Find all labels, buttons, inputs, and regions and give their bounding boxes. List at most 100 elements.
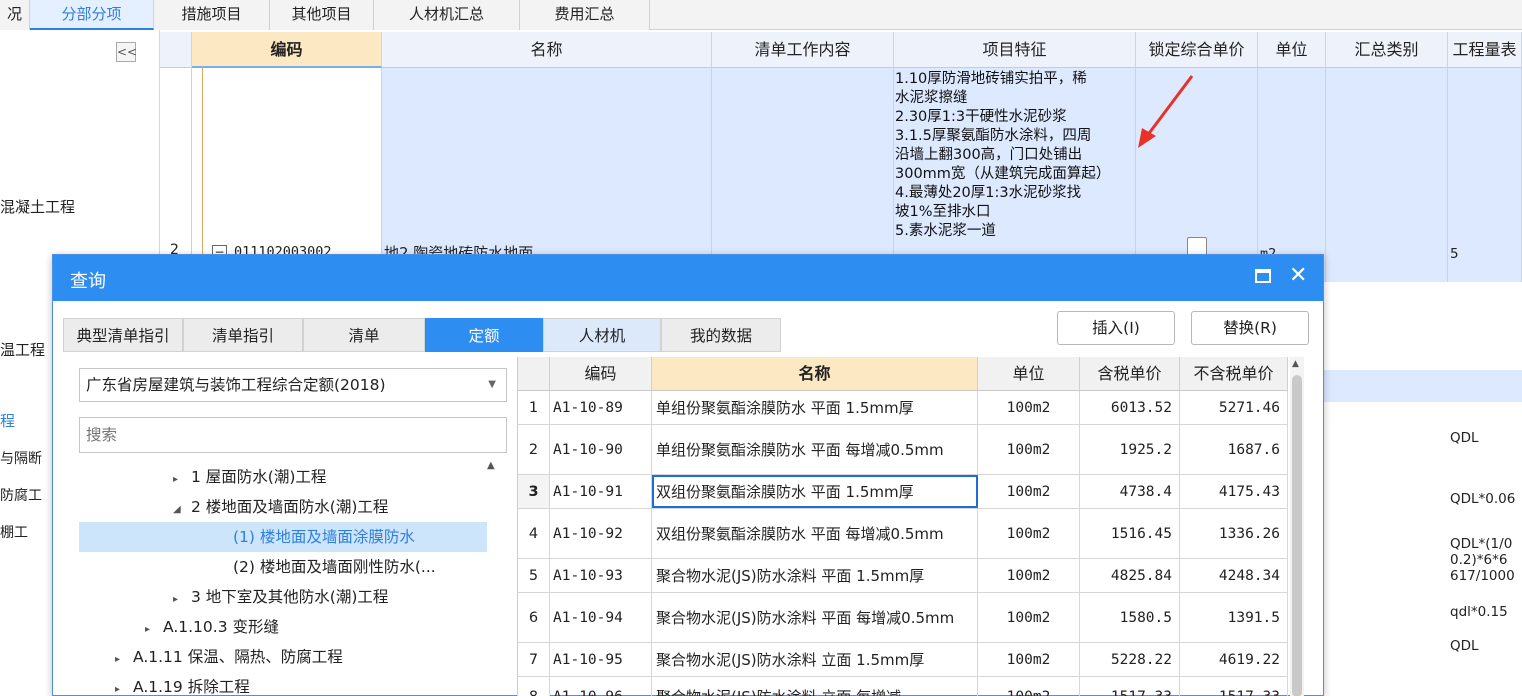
tree-node[interactable]: ▸ A.1.11 保温、隔热、防腐工程 [79, 642, 487, 672]
quota-table-scrollbar[interactable]: ▲ [1290, 357, 1304, 696]
row-quantity-cell[interactable]: 5 [1448, 68, 1522, 282]
tab-my-data[interactable]: 我的数据 [661, 318, 781, 352]
collapse-pane-button[interactable]: << [116, 42, 137, 62]
row-work-content-cell[interactable] [712, 68, 894, 282]
grid-header-lock-price[interactable]: 锁定综合单价 [1136, 32, 1258, 68]
quota-row-unit: 100m2 [978, 391, 1080, 424]
grid-header-summary-category[interactable]: 汇总类别 [1326, 32, 1448, 68]
expand-icon[interactable]: ▸ [145, 615, 163, 645]
expand-icon[interactable]: ▸ [173, 465, 191, 495]
scroll-up-icon[interactable]: ▲ [487, 460, 495, 471]
tab-labor-material[interactable]: 人材机 [543, 318, 661, 352]
tab-bill[interactable]: 清单 [303, 318, 425, 352]
grid-header-index [160, 32, 192, 68]
row-code-cell[interactable]: − 011102003002 [192, 68, 382, 282]
quota-row-code: A1-10-92 [550, 509, 652, 558]
quota-library-select[interactable]: 广东省房屋建筑与装饰工程综合定额(2018) ▼ [79, 368, 507, 402]
quota-row-notax-price: 4175.43 [1180, 475, 1288, 508]
quota-row-unit: 100m2 [978, 425, 1080, 474]
expand-icon[interactable]: ▸ [115, 675, 133, 696]
collapse-icon[interactable]: ◢ [173, 495, 191, 525]
quota-row-code: A1-10-90 [550, 425, 652, 474]
tree-node[interactable]: (2) 楼地面及墙面刚性防水(... [79, 552, 487, 582]
quota-row-notax-price: 1391.5 [1180, 593, 1288, 642]
tab-typical-bill-guide[interactable]: 典型清单指引 [63, 318, 183, 352]
tree-node[interactable]: ▸ A.1.19 拆除工程 [79, 672, 487, 696]
tree-node[interactable]: ◢ 2 楼地面及墙面防水(潮)工程 [79, 492, 487, 522]
row-summary-category-cell[interactable] [1326, 68, 1448, 282]
tree-node-label: A.1.10.3 变形缝 [163, 618, 279, 636]
quota-row-index: 8 [518, 677, 550, 696]
search-input[interactable] [79, 417, 507, 453]
expand-icon[interactable]: ▸ [115, 645, 133, 675]
close-icon[interactable]: ✕ [1289, 263, 1307, 288]
lower-cell: QDL*(1/0 [1450, 536, 1513, 552]
chevron-down-icon: ▼ [488, 379, 496, 390]
tab-labor-material-summary[interactable]: 人材机汇总 [374, 0, 520, 30]
row-index-cell: 2 [160, 68, 192, 282]
qheader-unit[interactable]: 单位 [978, 357, 1080, 391]
tab-bill-guide[interactable]: 清单指引 [183, 318, 303, 352]
tree-node[interactable]: ▸ 3 地下室及其他防水(潮)工程 [79, 582, 487, 612]
tree-node[interactable]: ▸ 1 屋面防水(潮)工程 [79, 462, 487, 492]
left-tree-item[interactable]: 防腐工 [0, 485, 42, 505]
row-unit-cell[interactable]: m2 [1258, 68, 1326, 282]
grid-header-unit[interactable]: 单位 [1258, 32, 1326, 68]
row-name-cell[interactable]: 地2 陶瓷地砖防水地面 [382, 68, 712, 282]
tree-node[interactable]: ▸ A.1.10.3 变形缝 [79, 612, 487, 642]
grid-header-code[interactable]: 编码 [192, 32, 382, 68]
quota-row-notax-price: 1336.26 [1180, 509, 1288, 558]
red-arrow-icon [1138, 75, 1194, 148]
quota-row-tax-price: 4738.4 [1080, 475, 1180, 508]
grid-header-name[interactable]: 名称 [382, 32, 712, 68]
insert-button[interactable]: 插入(I) [1057, 311, 1175, 345]
dialog-title: 查询 [70, 271, 106, 292]
quota-row[interactable]: 7 A1-10-95 聚合物水泥(JS)防水涂料 立面 1.5mm厚 100m2 522… [518, 643, 1288, 677]
lower-cell: qdl*0.15 [1450, 604, 1508, 620]
grid-header-quantity[interactable]: 工程量表 [1448, 32, 1522, 68]
qheader-tax-price[interactable]: 含税单价 [1080, 357, 1180, 391]
left-tree-item[interactable]: 温工程 [0, 339, 45, 360]
tab-other-items[interactable]: 其他项目 [270, 0, 374, 30]
qheader-notax-price[interactable]: 不含税单价 [1180, 357, 1288, 391]
quota-row[interactable]: 2 A1-10-90 单组份聚氨酯涂膜防水 平面 每增减0.5mm 100m2 1925… [518, 425, 1288, 475]
lower-row-highlight [1324, 370, 1522, 402]
quota-row[interactable]: 6 A1-10-94 聚合物水泥(JS)防水涂料 平面 每增减0.5mm 100m2 1… [518, 593, 1288, 643]
tab-measures[interactable]: 措施项目 [154, 0, 270, 30]
scrollbar-thumb[interactable] [1292, 375, 1302, 696]
tab-overview[interactable]: 况 [0, 0, 30, 30]
quota-row-name: 聚合物水泥(JS)防水涂料 立面 1.5mm厚 [652, 643, 978, 676]
tree-guide-line [202, 68, 203, 282]
left-tree-item[interactable]: 混凝土工程 [0, 196, 75, 217]
quota-row[interactable]: 4 A1-10-92 双组份聚氨酯涂膜防水 平面 每增减0.5mm 100m2 1516… [518, 509, 1288, 559]
tab-cost-summary[interactable]: 费用汇总 [520, 0, 650, 30]
quota-library-value: 广东省房屋建筑与装饰工程综合定额(2018) [86, 376, 386, 394]
left-tree-item[interactable]: 棚工 [0, 522, 28, 542]
tree-node-selected[interactable]: (1) 楼地面及墙面涂膜防水 [79, 522, 487, 552]
quota-row[interactable]: 1 A1-10-89 单组份聚氨酯涂膜防水 平面 1.5mm厚 100m2 6013.5… [518, 391, 1288, 425]
tab-quota[interactable]: 定额 [425, 318, 543, 352]
left-tree-item[interactable]: 程 [0, 410, 15, 431]
quota-row-unit: 100m2 [978, 643, 1080, 676]
dialog-title-bar[interactable]: 查询 ✕ [53, 255, 1323, 301]
quota-row[interactable]: 8A1-10-96聚合物水泥(JS)防水涂料 立面 每增减100m21517.3… [518, 677, 1288, 696]
grid-header-feature[interactable]: 项目特征 [894, 32, 1136, 68]
feature-line: 水泥浆擦缝 [895, 90, 968, 106]
quota-row-name: 聚合物水泥(JS)防水涂料 立面 每增减 [652, 677, 978, 696]
top-tab-bar: 况 分部分项 措施项目 其他项目 人材机汇总 费用汇总 [0, 0, 1522, 30]
quota-row-index: 1 [518, 391, 550, 424]
quota-row[interactable]: 5 A1-10-93 聚合物水泥(JS)防水涂料 平面 1.5mm厚 100m2 482… [518, 559, 1288, 593]
maximize-icon[interactable] [1255, 269, 1271, 283]
expand-icon[interactable]: ▸ [173, 585, 191, 615]
tree-node-label: 2 楼地面及墙面防水(潮)工程 [191, 498, 389, 516]
left-tree-item[interactable]: 与隔断 [0, 448, 42, 468]
replace-button[interactable]: 替换(R) [1191, 311, 1309, 345]
tab-sub-items[interactable]: 分部分项 [30, 0, 154, 30]
grid-header-work-content[interactable]: 清单工作内容 [712, 32, 894, 68]
qheader-name[interactable]: 名称 [652, 357, 978, 391]
quota-row[interactable]: 3 A1-10-91 双组份聚氨酯涂膜防水 平面 1.5mm厚 100m2 4738.4… [518, 475, 1288, 509]
quota-chapter-tree: ▸ 1 屋面防水(潮)工程 ◢ 2 楼地面及墙面防水(潮)工程 (1) 楼地面及墙面… [79, 460, 507, 696]
scroll-up-icon[interactable]: ▲ [1292, 359, 1299, 369]
quota-row-tax-price: 4825.84 [1080, 559, 1180, 592]
qheader-code[interactable]: 编码 [550, 357, 652, 391]
